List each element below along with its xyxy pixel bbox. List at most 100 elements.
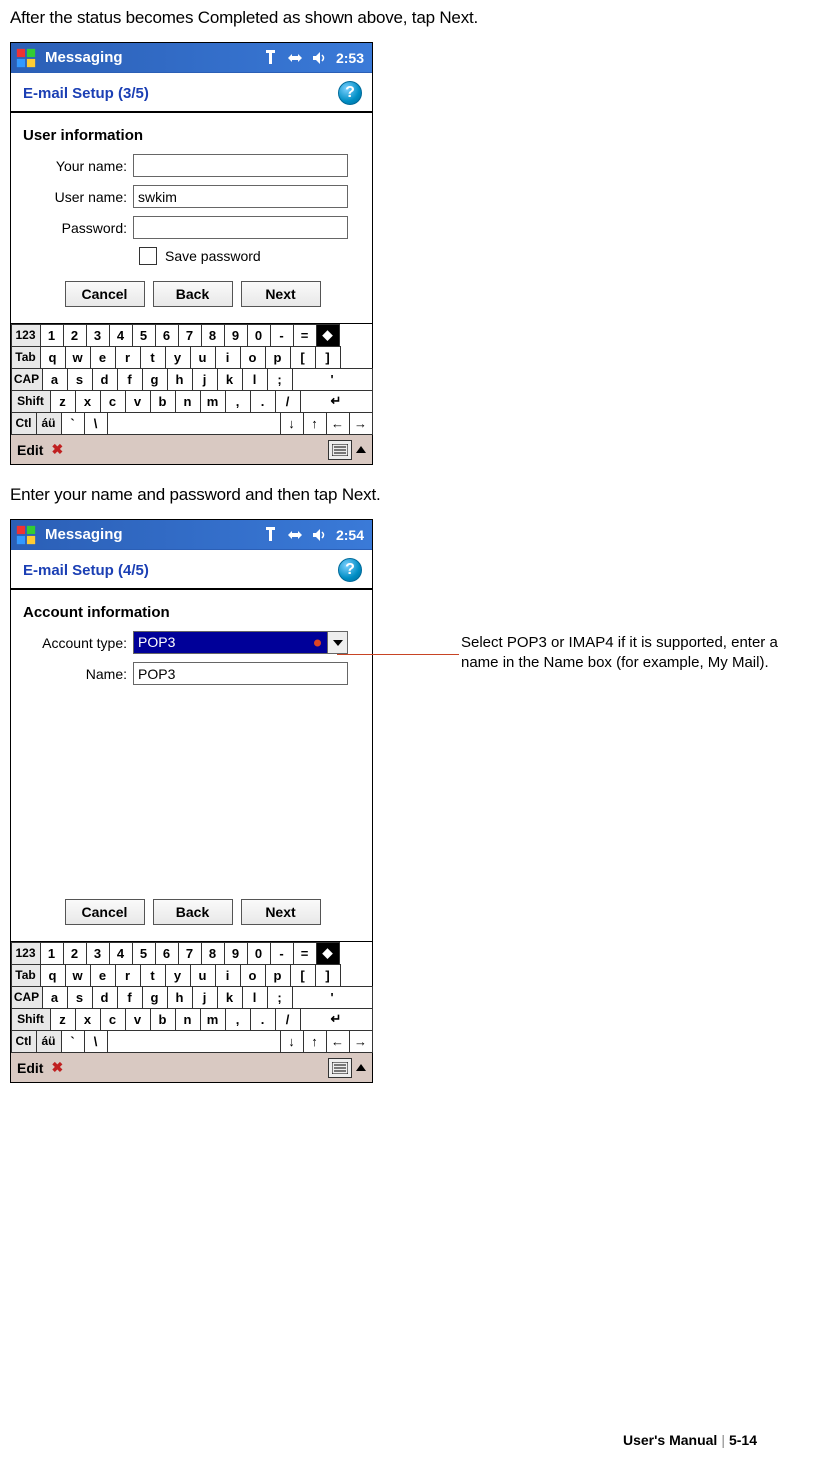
kb-key[interactable]: 3 bbox=[86, 324, 110, 347]
kb-key[interactable]: ↓ bbox=[280, 412, 304, 435]
your-name-input[interactable] bbox=[133, 154, 348, 177]
kb-key[interactable]: áü bbox=[36, 412, 62, 435]
kb-key[interactable]: 2 bbox=[63, 942, 87, 965]
kb-key[interactable]: → bbox=[349, 412, 373, 435]
kb-key[interactable]: s bbox=[67, 368, 93, 391]
kb-key[interactable]: 7 bbox=[178, 324, 202, 347]
kb-key[interactable]: o bbox=[240, 964, 266, 987]
kb-key[interactable]: k bbox=[217, 368, 243, 391]
kb-key[interactable]: i bbox=[215, 346, 241, 369]
kb-key[interactable]: w bbox=[65, 346, 91, 369]
kb-key[interactable]: m bbox=[200, 1008, 226, 1031]
password-input[interactable] bbox=[133, 216, 348, 239]
kb-key[interactable]: l bbox=[242, 368, 268, 391]
kb-key[interactable]: → bbox=[349, 1030, 373, 1053]
kb-key[interactable]: v bbox=[125, 390, 151, 413]
kb-key[interactable]: r bbox=[115, 346, 141, 369]
keyboard-toggle-icon[interactable] bbox=[328, 1058, 352, 1078]
kb-key[interactable]: ◆ bbox=[316, 324, 340, 347]
up-arrow-icon[interactable] bbox=[356, 1064, 366, 1071]
kb-key[interactable]: 1 bbox=[40, 324, 64, 347]
kb-key[interactable]: [ bbox=[290, 964, 316, 987]
kb-key[interactable]: y bbox=[165, 346, 191, 369]
kb-key[interactable]: 1 bbox=[40, 942, 64, 965]
close-icon[interactable]: ✖ bbox=[51, 1059, 63, 1076]
kb-key[interactable]: ` bbox=[61, 412, 85, 435]
kb-key[interactable]: e bbox=[90, 964, 116, 987]
kb-key[interactable]: Tab bbox=[11, 964, 41, 987]
account-name-input[interactable] bbox=[133, 662, 348, 685]
kb-key[interactable]: g bbox=[142, 986, 168, 1009]
kb-key[interactable]: ↑ bbox=[303, 1030, 327, 1053]
kb-key[interactable]: Tab bbox=[11, 346, 41, 369]
kb-key[interactable]: 0 bbox=[247, 324, 271, 347]
onscreen-keyboard[interactable]: 1231234567890-=◆Tabqwertyuiop[]CAPasdfgh… bbox=[11, 941, 372, 1052]
kb-key[interactable]: 9 bbox=[224, 942, 248, 965]
kb-key[interactable]: \ bbox=[84, 1030, 108, 1053]
kb-key[interactable]: 8 bbox=[201, 942, 225, 965]
kb-key[interactable]: n bbox=[175, 390, 201, 413]
cancel-button[interactable]: Cancel bbox=[65, 281, 145, 307]
kb-key[interactable]: ' bbox=[292, 368, 373, 391]
kb-key[interactable]: . bbox=[250, 390, 276, 413]
kb-key[interactable]: z bbox=[50, 390, 76, 413]
kb-key[interactable]: [ bbox=[290, 346, 316, 369]
kb-key[interactable]: 7 bbox=[178, 942, 202, 965]
kb-key[interactable]: ] bbox=[315, 346, 341, 369]
kb-key[interactable]: ← bbox=[326, 412, 350, 435]
kb-key[interactable]: y bbox=[165, 964, 191, 987]
start-icon[interactable] bbox=[11, 43, 41, 73]
kb-key[interactable]: ` bbox=[61, 1030, 85, 1053]
kb-key[interactable]: z bbox=[50, 1008, 76, 1031]
kb-key[interactable]: CAP bbox=[11, 368, 43, 391]
kb-key[interactable]: ; bbox=[267, 368, 293, 391]
up-arrow-icon[interactable] bbox=[356, 446, 366, 453]
kb-key[interactable]: o bbox=[240, 346, 266, 369]
kb-key[interactable]: d bbox=[92, 986, 118, 1009]
account-type-select[interactable]: POP3 bbox=[133, 631, 348, 654]
kb-key[interactable]: 123 bbox=[11, 942, 41, 965]
kb-key[interactable] bbox=[107, 412, 281, 435]
close-icon[interactable]: ✖ bbox=[51, 441, 63, 458]
kb-key[interactable]: k bbox=[217, 986, 243, 1009]
kb-key[interactable]: x bbox=[75, 1008, 101, 1031]
kb-key[interactable] bbox=[107, 1030, 281, 1053]
cancel-button[interactable]: Cancel bbox=[65, 899, 145, 925]
kb-key[interactable]: áü bbox=[36, 1030, 62, 1053]
chevron-down-icon[interactable] bbox=[327, 632, 347, 653]
kb-key[interactable]: 3 bbox=[86, 942, 110, 965]
keyboard-toggle-icon[interactable] bbox=[328, 440, 352, 460]
kb-key[interactable]: , bbox=[225, 390, 251, 413]
kb-key[interactable]: . bbox=[250, 1008, 276, 1031]
kb-key[interactable]: Shift bbox=[11, 1008, 51, 1031]
start-icon[interactable] bbox=[11, 520, 41, 550]
kb-key[interactable]: v bbox=[125, 1008, 151, 1031]
kb-key[interactable]: 4 bbox=[109, 942, 133, 965]
kb-key[interactable]: ← bbox=[326, 1030, 350, 1053]
kb-key[interactable]: g bbox=[142, 368, 168, 391]
kb-key[interactable]: j bbox=[192, 368, 218, 391]
kb-key[interactable]: r bbox=[115, 964, 141, 987]
kb-key[interactable]: b bbox=[150, 1008, 176, 1031]
kb-key[interactable]: w bbox=[65, 964, 91, 987]
kb-key[interactable]: f bbox=[117, 368, 143, 391]
kb-key[interactable]: CAP bbox=[11, 986, 43, 1009]
kb-key[interactable]: Shift bbox=[11, 390, 51, 413]
kb-key[interactable]: s bbox=[67, 986, 93, 1009]
kb-key[interactable]: t bbox=[140, 346, 166, 369]
kb-key[interactable]: ] bbox=[315, 964, 341, 987]
kb-key[interactable]: , bbox=[225, 1008, 251, 1031]
edit-menu[interactable]: Edit bbox=[17, 1060, 43, 1076]
next-button[interactable]: Next bbox=[241, 281, 321, 307]
kb-key[interactable]: ↵ bbox=[300, 1008, 373, 1031]
kb-key[interactable]: h bbox=[167, 368, 193, 391]
edit-menu[interactable]: Edit bbox=[17, 442, 43, 458]
kb-key[interactable]: 6 bbox=[155, 942, 179, 965]
kb-key[interactable]: x bbox=[75, 390, 101, 413]
kb-key[interactable]: q bbox=[40, 964, 66, 987]
kb-key[interactable]: h bbox=[167, 986, 193, 1009]
kb-key[interactable]: ↓ bbox=[280, 1030, 304, 1053]
kb-key[interactable]: - bbox=[270, 942, 294, 965]
kb-key[interactable]: a bbox=[42, 986, 68, 1009]
kb-key[interactable]: 4 bbox=[109, 324, 133, 347]
